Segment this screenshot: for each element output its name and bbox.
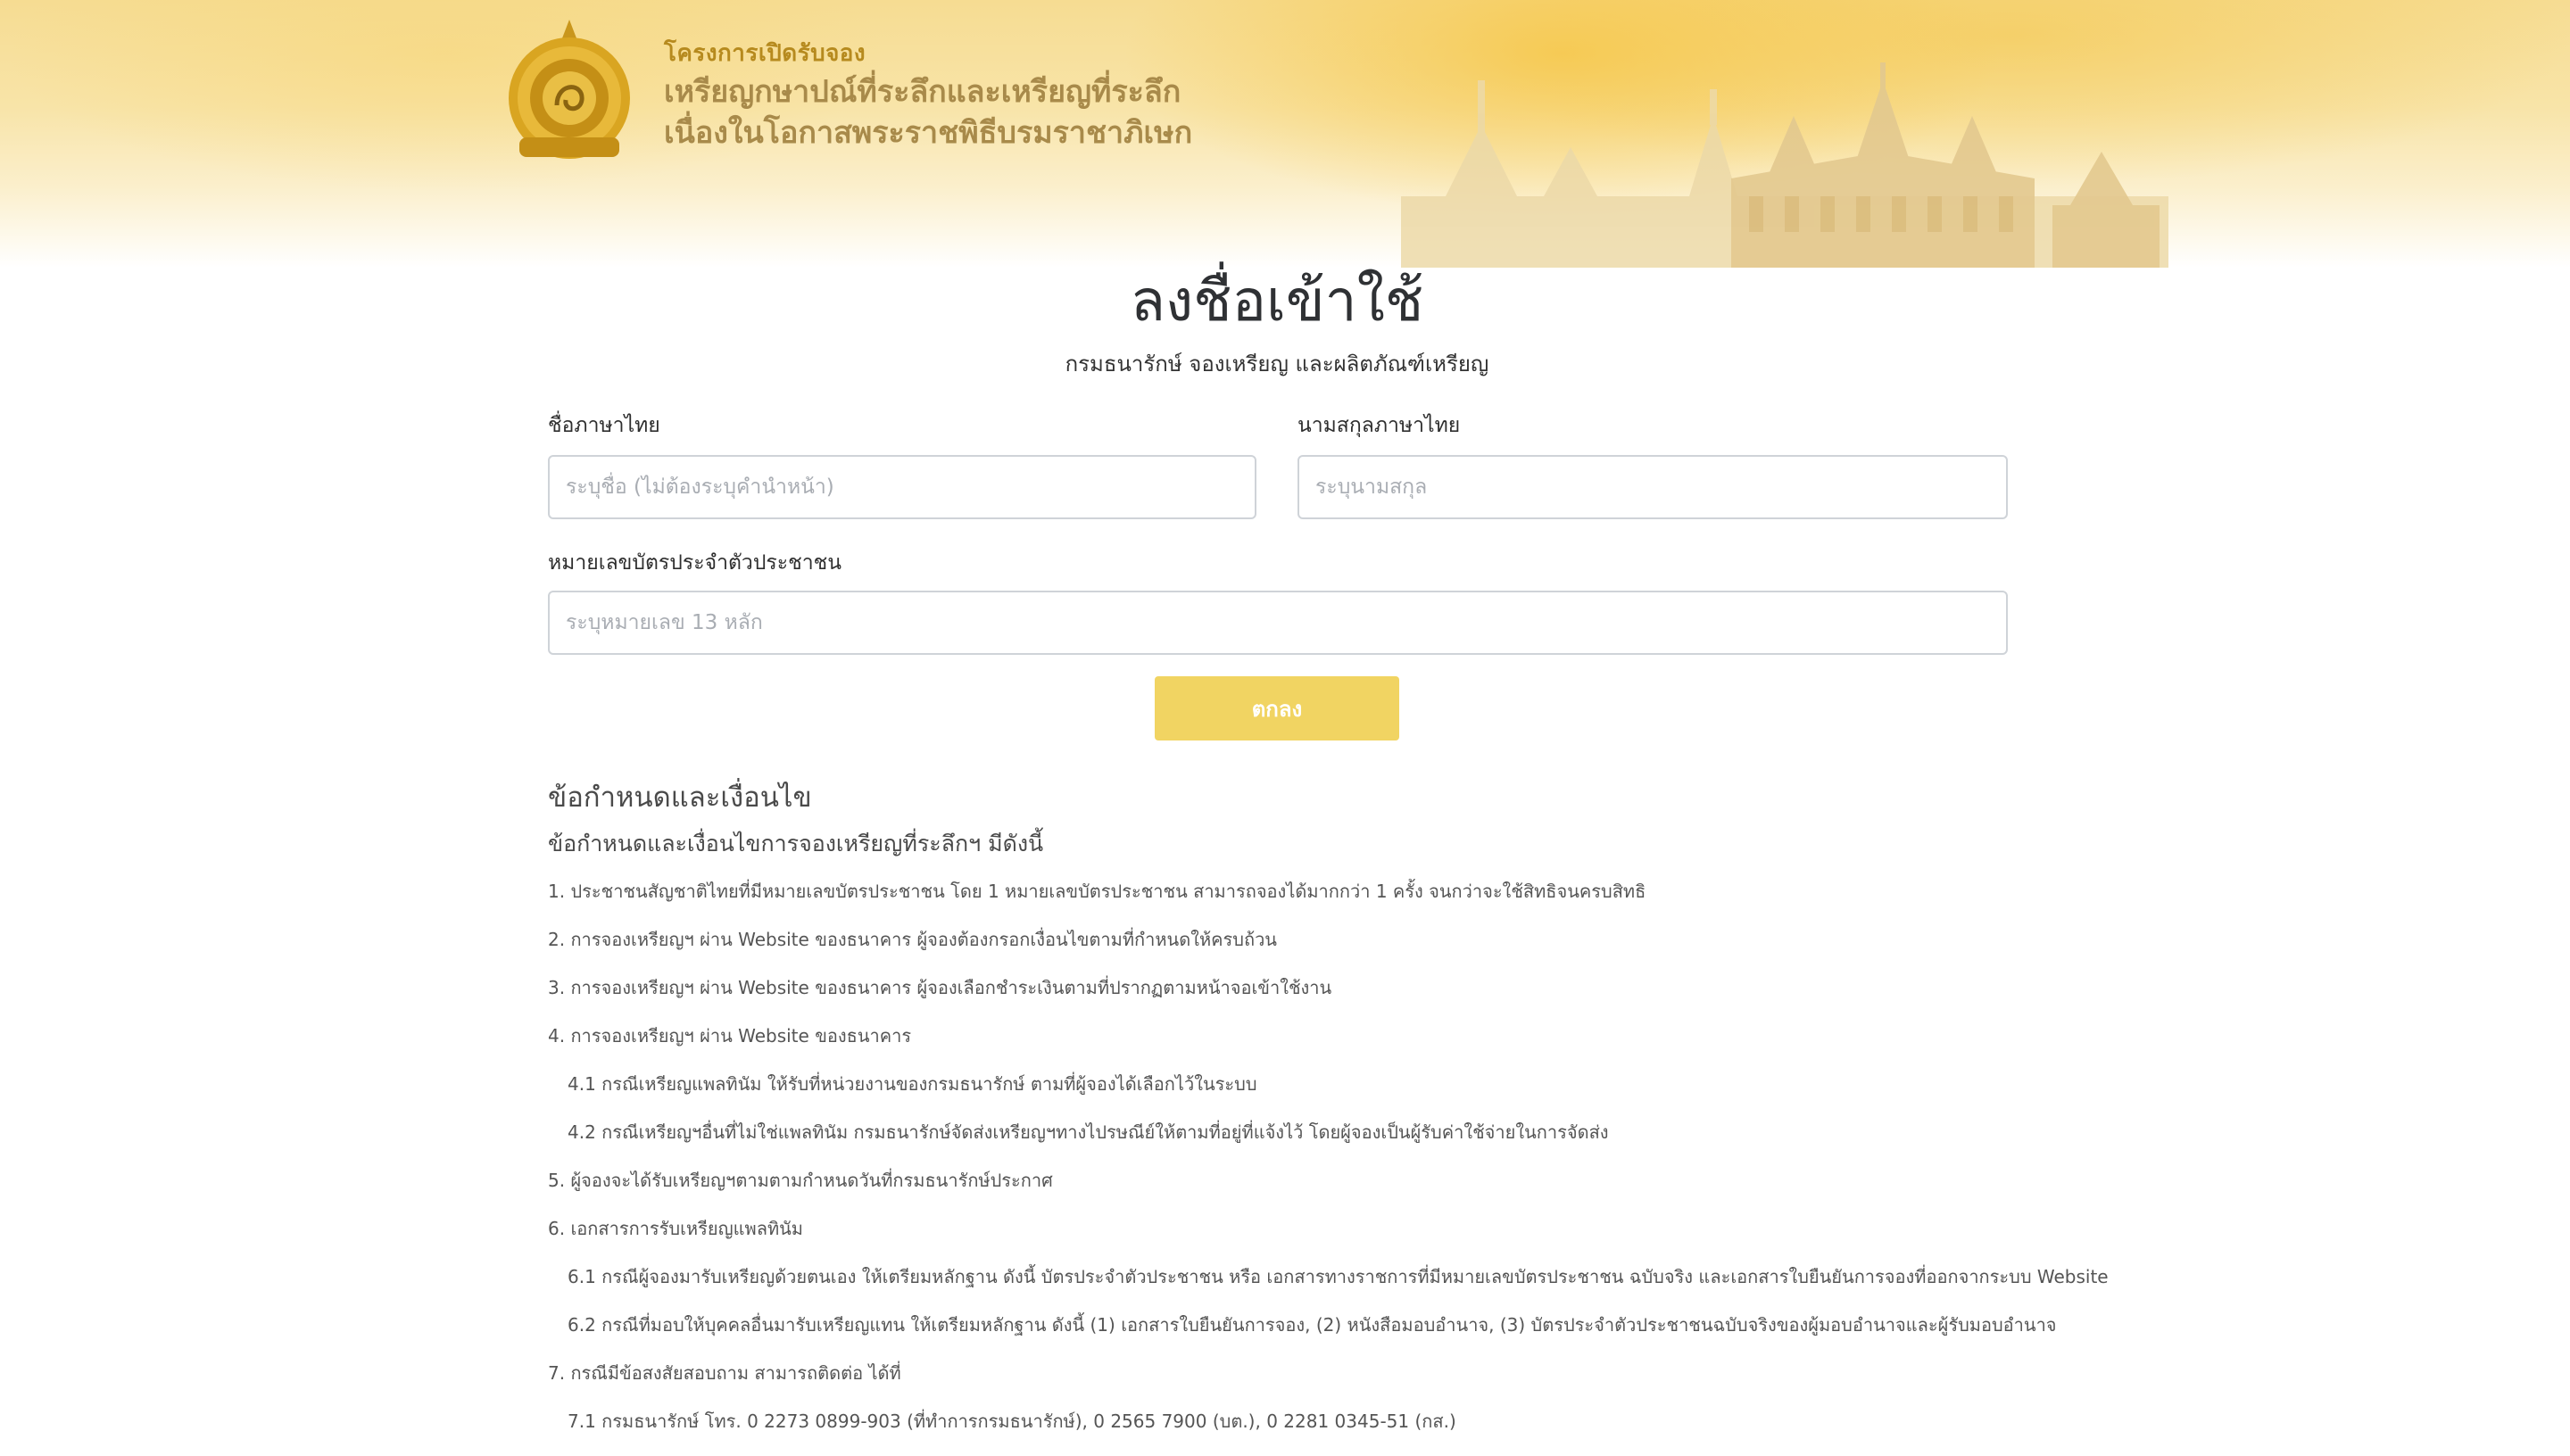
royal-mint-emblem-icon <box>509 20 630 159</box>
submit-button[interactable]: ตกลง <box>1155 676 1399 740</box>
terms-item: 1. ประชาชนสัญชาติไทยที่มีหมายเลขบัตรประช… <box>548 881 1646 902</box>
terms-item: 2. การจองเหรียญฯ ผ่าน Website ของธนาคาร … <box>548 929 1277 950</box>
terms-item: 4. การจองเหรียญฯ ผ่าน Website ของธนาคาร <box>548 1025 912 1046</box>
terms-subitem: 4.2 กรณีเหรียญฯอื่นที่ไม่ใช่แพลทินัม กรม… <box>568 1121 1609 1143</box>
grand-palace-illustration <box>1401 62 2168 268</box>
page-subtitle: กรมธนารักษ์ จองเหรียญ และผลิตภัณฑ์เหรียญ <box>1065 352 1489 376</box>
banner-text: โครงการเปิดรับจอง เหรียญกษาปณ์ที่ระลึกแล… <box>664 36 1192 153</box>
last-name-input[interactable] <box>1297 455 2008 519</box>
terms-heading: ข้อกำหนดและเงื่อนไข <box>548 782 812 814</box>
terms-subitem: 7.1 กรมธนารักษ์ โทร. 0 2273 0899-903 (ที… <box>568 1410 1456 1432</box>
banner-line-2: เนื่องในโอกาสพระราชพิธีบรมราชาภิเษก <box>664 115 1193 151</box>
terms-item: 5. ผู้จองจะได้รับเหรียญฯตามตามกำหนดวันที… <box>548 1170 1053 1191</box>
first-name-input[interactable] <box>548 455 1256 519</box>
terms-item: 7. กรณีมีข้อสงสัยสอบถาม สามารถติดต่อ ได้… <box>548 1362 901 1384</box>
terms-item: 6. เอกสารการรับเหรียญแพลทินัม <box>548 1218 803 1239</box>
banner-line-1: เหรียญกษาปณ์ที่ระลึกและเหรียญที่ระลึก <box>664 74 1181 110</box>
terms-item: 3. การจองเหรียญฯ ผ่าน Website ของธนาคาร … <box>548 977 1332 998</box>
id-number-label: หมายเลขบัตรประจำตัวประชาชน <box>548 551 841 575</box>
banner-kicker: โครงการเปิดรับจอง <box>664 40 866 67</box>
terms-section: ข้อกำหนดและเงื่อนไข ข้อกำหนดและเงื่อนไขก… <box>548 774 2109 1445</box>
header-banner: โครงการเปิดรับจอง เหรียญกษาปณ์ที่ระลึกแล… <box>0 0 2570 268</box>
terms-subitem: 6.1 กรณีผู้จองมารับเหรียญด้วยตนเอง ให้เต… <box>568 1266 2109 1287</box>
first-name-label: ชื่อภาษาไทย <box>548 414 660 437</box>
terms-intro: ข้อกำหนดและเงื่อนไขการจองเหรียญที่ระลึกฯ… <box>548 831 1044 856</box>
terms-subitem: 6.2 กรณีที่มอบให้บุคคลอื่นมารับเหรียญแทน… <box>568 1314 2057 1336</box>
page-title: ลงชื่อเข้าใช้ <box>1130 269 1424 335</box>
terms-list: 1. ประชาชนสัญชาติไทยที่มีหมายเลขบัตรประช… <box>548 867 2109 1445</box>
last-name-label: นามสกุลภาษาไทย <box>1297 414 1461 437</box>
id-number-input[interactable] <box>548 591 2008 655</box>
terms-subitem: 4.1 กรณีเหรียญแพลทินัม ให้รับที่หน่วยงาน… <box>568 1073 1257 1095</box>
